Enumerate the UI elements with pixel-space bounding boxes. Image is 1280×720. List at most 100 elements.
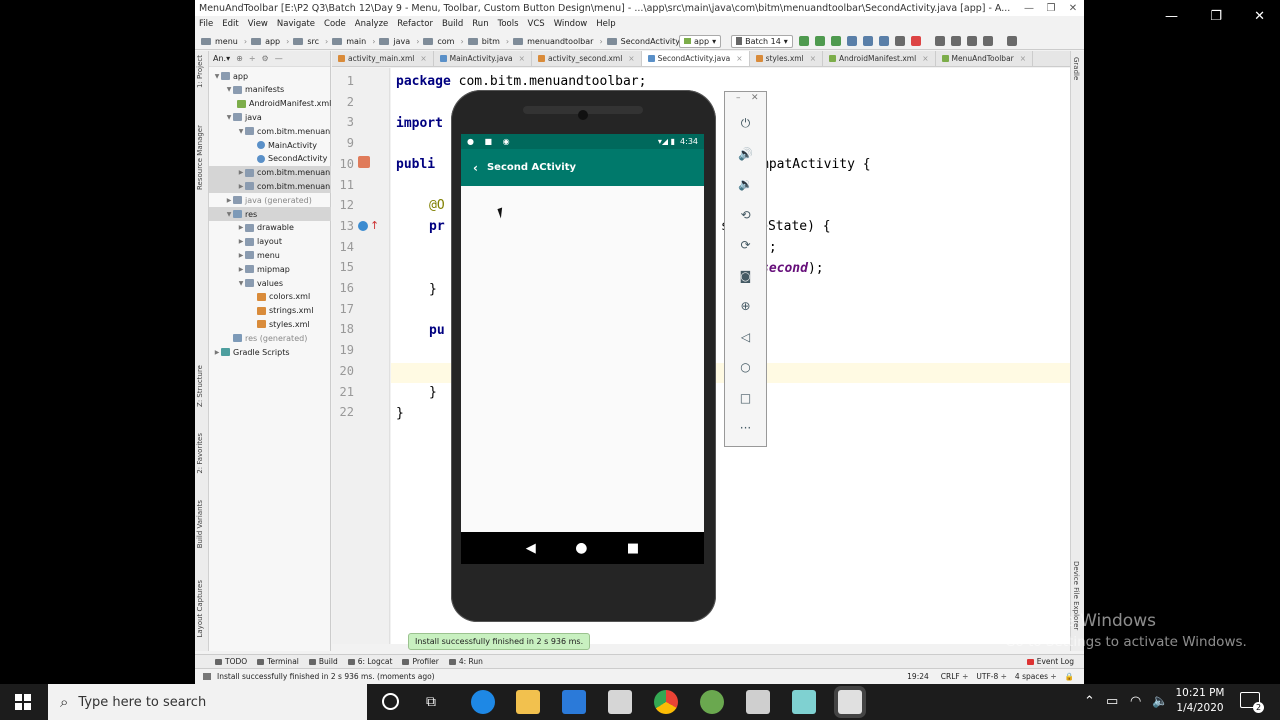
close-tab-icon[interactable]: ×	[628, 54, 634, 63]
taskbar-search[interactable]: ⌕ Type here to search	[48, 684, 367, 720]
tray-chevron-icon[interactable]: ⌃	[1084, 694, 1095, 709]
expand-arrow-icon[interactable]: ▶	[213, 349, 221, 356]
run-icon[interactable]	[798, 36, 809, 46]
battery-icon[interactable]: ▭	[1106, 694, 1118, 709]
editor-tab[interactable]: activity_main.xml ×	[332, 51, 434, 66]
power-icon[interactable]: ⏻	[725, 112, 766, 134]
tree-item[interactable]: AndroidManifest.xml	[209, 97, 331, 111]
tree-item[interactable]: ▶ com.bitm.menuan	[209, 165, 331, 180]
right-tab-0[interactable]: Gradle	[1072, 57, 1080, 80]
menu-item-build[interactable]: Build	[442, 19, 463, 29]
tree-item[interactable]: ▶ Gradle Scripts	[209, 345, 331, 359]
expand-arrow-icon[interactable]: ▶	[225, 197, 233, 204]
expand-arrow-icon[interactable]: ▼	[225, 211, 233, 218]
outer-minimize-button[interactable]: —	[1165, 9, 1178, 24]
device-manager-icon[interactable]	[966, 36, 977, 46]
start-icon[interactable]	[15, 694, 31, 710]
project-view-select[interactable]: An.▾	[213, 54, 230, 63]
overview-icon[interactable]: □	[725, 387, 766, 409]
close-tab-icon[interactable]: ×	[922, 54, 928, 63]
tree-item[interactable]: ▶ mipmap	[209, 262, 331, 276]
app-icon[interactable]	[746, 690, 770, 714]
close-tab-icon[interactable]: ×	[519, 54, 525, 63]
editor-tab[interactable]: SecondActivity.java ×	[641, 51, 750, 66]
task-view-icon[interactable]: ⧉	[426, 694, 436, 710]
expand-arrow-icon[interactable]: ▶	[237, 183, 245, 190]
bottom-tab-6-logcat[interactable]: 6: Logcat	[347, 657, 392, 666]
line-separator[interactable]: CRLF ÷	[941, 672, 969, 681]
breadcrumb-item[interactable]: main	[332, 37, 375, 46]
nav-back-icon[interactable]: ◀	[526, 541, 536, 556]
camera-icon[interactable]: ◙	[725, 265, 766, 287]
tree-item[interactable]: ▶ com.bitm.menuan	[209, 179, 331, 194]
chrome-icon[interactable]	[654, 690, 678, 714]
breadcrumb-item[interactable]: bitm	[467, 37, 509, 46]
wifi-icon[interactable]: ◠	[1130, 694, 1141, 709]
tree-item[interactable]: res (generated)	[209, 331, 331, 345]
expand-arrow-icon[interactable]: ▶	[237, 266, 245, 273]
home-icon[interactable]: ○	[725, 356, 766, 378]
override-marker-icon[interactable]	[358, 156, 370, 168]
breadcrumb-item[interactable]: menuandtoolbar	[513, 37, 603, 46]
menu-item-window[interactable]: Window	[554, 19, 588, 29]
sync-icon[interactable]	[894, 36, 905, 46]
run-config-select[interactable]: app ▾	[679, 34, 722, 48]
zoom-icon[interactable]: ⊕	[725, 295, 766, 317]
camtasia-icon[interactable]	[838, 690, 862, 714]
file-explorer-icon[interactable]	[516, 690, 540, 714]
expand-arrow-icon[interactable]: ▶	[237, 252, 245, 259]
menu-item-refactor[interactable]: Refactor	[397, 19, 433, 29]
tree-item[interactable]: ▼ com.bitm.menuan	[209, 124, 331, 138]
tree-item[interactable]: ▼ values	[209, 276, 331, 290]
bottom-tab-todo[interactable]: TODO	[215, 657, 247, 666]
tree-item[interactable]: ▶ menu	[209, 248, 331, 262]
editor-tab[interactable]: styles.xml ×	[750, 51, 823, 66]
tree-item[interactable]: MainActivity	[209, 138, 331, 152]
tray-clock[interactable]: 10:21 PM 1/4/2020	[1173, 686, 1227, 716]
volume-icon[interactable]: 🔈	[1152, 694, 1168, 709]
tree-item[interactable]: ▼ java	[209, 110, 331, 124]
menu-item-view[interactable]: View	[248, 19, 268, 29]
editor-tab[interactable]: AndroidManifest.xml ×	[823, 51, 936, 66]
tree-item[interactable]: ▶ java (generated)	[209, 193, 331, 207]
expand-arrow-icon[interactable]: ▼	[225, 114, 233, 121]
tree-item[interactable]: colors.xml	[209, 290, 331, 304]
apply-changes-icon[interactable]	[814, 36, 825, 46]
debug-icon[interactable]	[830, 36, 841, 46]
expand-arrow-icon[interactable]: ▼	[237, 280, 245, 287]
store-icon[interactable]	[562, 690, 586, 714]
locate-icon[interactable]: ⊕	[236, 54, 243, 63]
breadcrumb-item[interactable]: java	[379, 37, 419, 46]
breadcrumb-item[interactable]: menu	[201, 37, 247, 46]
back-icon[interactable]: ◁	[725, 326, 766, 348]
sdk-manager-icon[interactable]	[934, 36, 945, 46]
left-tab-2[interactable]: Z: Structure	[196, 365, 204, 407]
breadcrumb-item[interactable]: app	[251, 37, 289, 46]
lock-icon[interactable]: 🔒	[1065, 672, 1074, 681]
bottom-tab-event-log[interactable]: Event Log	[1026, 657, 1074, 666]
tree-item[interactable]: SecondActivity	[209, 152, 331, 166]
hide-icon[interactable]: —	[275, 54, 283, 63]
tree-item[interactable]: ▶ layout	[209, 235, 331, 249]
left-tab-3[interactable]: 2: Favorites	[196, 433, 204, 474]
close-tab-icon[interactable]: ×	[420, 54, 426, 63]
tree-item[interactable]: ▼ app	[209, 69, 331, 83]
expand-arrow-icon[interactable]: ▼	[225, 86, 233, 93]
rotate-right-icon[interactable]: ⟳	[725, 234, 766, 256]
bottom-tab-build[interactable]: Build	[308, 657, 338, 666]
close-tab-icon[interactable]: ×	[1020, 54, 1026, 63]
left-tab-4[interactable]: Build Variants	[196, 500, 204, 548]
rotate-left-icon[interactable]: ⟲	[725, 204, 766, 226]
tree-item[interactable]: ▼ res	[209, 207, 331, 221]
volume-down-icon[interactable]: 🔉	[725, 173, 766, 195]
implements-arrow-icon[interactable]: ↑	[370, 219, 379, 232]
stop-icon[interactable]	[910, 36, 921, 46]
coverage-icon[interactable]	[878, 36, 889, 46]
outer-close-button[interactable]: ✕	[1254, 9, 1265, 24]
android-studio-icon[interactable]	[700, 690, 724, 714]
layout-inspector-icon[interactable]	[982, 36, 993, 46]
close-tab-icon[interactable]: ×	[810, 54, 816, 63]
menu-item-file[interactable]: File	[199, 19, 213, 29]
left-tab-5[interactable]: Layout Captures	[196, 580, 204, 638]
tree-item[interactable]: ▼ manifests	[209, 83, 331, 97]
